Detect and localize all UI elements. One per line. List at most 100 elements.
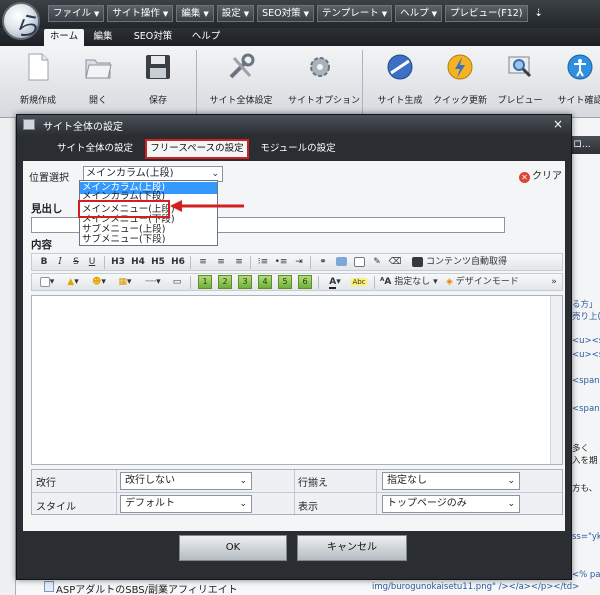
tab-home[interactable]: ホーム — [44, 29, 84, 46]
menu-seo[interactable]: SEO対策 ▼ — [257, 5, 315, 22]
cancel-button[interactable]: キャンセル — [297, 535, 407, 561]
menu-settings[interactable]: 設定 ▼ — [216, 5, 255, 22]
design-mode-button[interactable]: ◈ デザインモード — [446, 275, 530, 289]
h5-button[interactable]: H5 — [150, 255, 166, 269]
display-select[interactable]: トップページのみ ⌄ — [382, 495, 520, 513]
color-1-button[interactable]: 1 — [198, 275, 212, 289]
align-select[interactable]: 指定なし ⌄ — [382, 472, 520, 490]
menu-template[interactable]: テンプレート ▼ — [317, 5, 393, 22]
background-code-line: <span — [572, 404, 600, 414]
floppy-disk-icon — [146, 55, 170, 79]
generate-site-button[interactable]: サイト生成 — [370, 52, 430, 106]
editor-scrollbar[interactable] — [550, 296, 562, 464]
bold-button[interactable]: B — [38, 255, 50, 269]
folder-icon — [85, 59, 112, 79]
linebreak-label: 改行 — [36, 478, 56, 489]
edit-icon[interactable]: ✎ — [370, 255, 384, 269]
h6-button[interactable]: H6 — [170, 255, 186, 269]
align-center-icon[interactable]: ≡ — [214, 255, 228, 269]
toolbar-more-icon[interactable]: » — [548, 275, 560, 289]
align-right-icon[interactable]: ≡ — [232, 255, 246, 269]
clear-button[interactable]: ✕ クリア — [519, 167, 562, 183]
menu-site-operation[interactable]: サイト操作 ▼ — [107, 5, 174, 22]
background-code-line: る方」 — [572, 300, 598, 310]
color-5-button[interactable]: 5 — [278, 275, 292, 289]
lightning-icon — [447, 54, 473, 80]
menu-arrow-icon: ▼ — [203, 10, 209, 18]
strike-button[interactable]: S — [70, 255, 82, 269]
line-style-dropdown[interactable]: ┈┈▾ — [140, 275, 166, 289]
text-color-button[interactable]: A▾ — [324, 275, 346, 289]
new-button[interactable]: 新規作成 — [8, 52, 68, 106]
page-icon — [44, 581, 54, 592]
style-select[interactable]: デフォルト ⌄ — [120, 495, 252, 513]
app-logo[interactable]: ら — [2, 2, 40, 42]
background-code-line: <% pa — [572, 570, 600, 580]
menu-arrow-icon: ▼ — [162, 10, 169, 18]
warning-icon[interactable]: ▲▾ — [62, 275, 84, 289]
toolbar-separator — [310, 256, 311, 269]
accessibility-icon — [567, 54, 593, 80]
speech-bubble-icon[interactable]: ▭ — [170, 275, 184, 289]
menu-help[interactable]: ヘルプ ▼ — [395, 5, 443, 22]
ok-button[interactable]: OK — [179, 535, 287, 561]
menu-file[interactable]: ファイル ▼ — [48, 5, 105, 22]
menu-arrow-icon: ▼ — [431, 10, 438, 18]
menu-edit[interactable]: 編集 ▼ — [176, 5, 214, 22]
tab-free-space[interactable]: フリースペースの設定 — [145, 139, 249, 159]
site-settings-button[interactable]: サイト全体設定 — [208, 52, 274, 106]
grid-line — [294, 470, 295, 514]
preview-button[interactable]: プレビュー — [490, 52, 550, 106]
italic-button[interactable]: I — [54, 255, 66, 269]
background-code-line: <u><s — [572, 350, 600, 360]
bullet-list-icon[interactable]: •≡ — [274, 255, 288, 269]
clear-format-icon[interactable]: ⌫ — [388, 255, 402, 269]
dropdown-option[interactable]: サブメニュー(下段) — [80, 234, 217, 246]
font-size-dropdown[interactable]: ᴬA 指定なし ▾ — [380, 275, 438, 289]
tab-modules[interactable]: モジュールの設定 — [253, 139, 343, 159]
open-button[interactable]: 開く — [68, 52, 128, 106]
menu-overflow-icon[interactable]: ⇣ — [535, 5, 543, 22]
color-2-button[interactable]: 2 — [218, 275, 232, 289]
background-code-line: ss="yk — [572, 532, 600, 542]
image-icon[interactable] — [334, 255, 348, 269]
underline-button[interactable]: U — [86, 255, 98, 269]
save-button[interactable]: 保存 — [128, 52, 188, 106]
menu-preview[interactable]: プレビュー(F12) — [445, 5, 528, 22]
picture-icon[interactable]: ▦▾ — [114, 275, 136, 289]
color-4-button[interactable]: 4 — [258, 275, 272, 289]
auto-content-button[interactable]: コンテンツ自動取得 — [412, 255, 524, 269]
smiley-icon[interactable]: ☻▾ — [88, 275, 110, 289]
tab-edit[interactable]: 編集 — [88, 29, 118, 46]
h4-button[interactable]: H4 — [130, 255, 146, 269]
design-mode-icon: ◈ — [446, 277, 453, 287]
align-left-icon[interactable]: ≡ — [196, 255, 210, 269]
highlight-button[interactable]: Abc — [350, 275, 368, 289]
chevron-down-icon: ⌄ — [239, 499, 247, 509]
dialog-titlebar: サイト全体の設定 × — [17, 115, 571, 135]
toolbar-separator — [374, 276, 375, 289]
tab-seo[interactable]: SEO対策 — [128, 29, 178, 46]
box-dropdown[interactable]: ▾ — [36, 275, 58, 289]
tab-help[interactable]: ヘルプ — [188, 29, 224, 46]
heading-label: 見出し — [31, 203, 63, 215]
toolbar-separator — [104, 256, 105, 269]
site-check-button[interactable]: サイト確認 — [552, 52, 600, 106]
h3-button[interactable]: H3 — [110, 255, 126, 269]
close-icon[interactable]: × — [553, 117, 563, 131]
quick-update-button[interactable]: クイック更新 — [430, 52, 490, 106]
color-6-button[interactable]: 6 — [298, 275, 312, 289]
color-3-button[interactable]: 3 — [238, 275, 252, 289]
background-code-line: 多く — [572, 444, 590, 454]
link-icon[interactable]: ⚭ — [316, 255, 330, 269]
tab-site-settings[interactable]: サイト全体の設定 — [47, 139, 143, 159]
content-editor[interactable] — [31, 295, 563, 465]
font-size-icon: ᴬA — [380, 277, 392, 287]
linebreak-select[interactable]: 改行しない ⌄ — [120, 472, 252, 490]
clear-icon: ✕ — [519, 172, 530, 183]
tree-item[interactable]: ASPアダルトのSBS/副業アフィリエイト — [56, 581, 238, 595]
ordered-list-icon[interactable]: ⁝≡ — [256, 255, 270, 269]
indent-icon[interactable]: ⇥ — [292, 255, 306, 269]
site-options-button[interactable]: サイトオプション — [288, 52, 360, 106]
table-icon[interactable] — [352, 255, 366, 269]
